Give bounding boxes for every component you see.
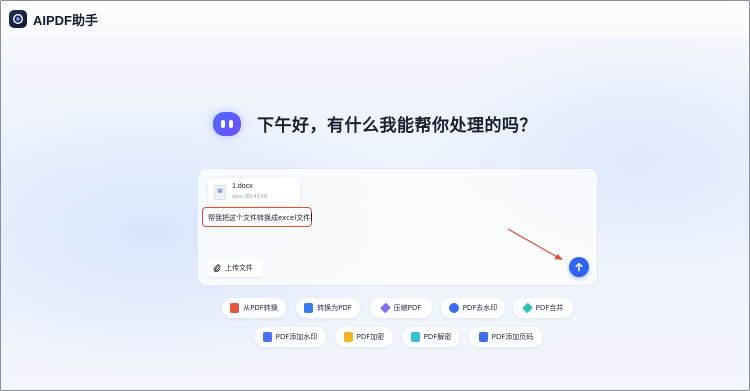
app-logo-icon [9,10,27,28]
assistant-avatar-icon [213,111,241,136]
tool-label: 从PDF转换 [243,304,278,312]
pdf-from-icon [230,303,240,313]
tool-label: PDF去水印 [462,304,498,312]
merge-icon [521,302,533,314]
compress-icon [379,302,391,314]
tool-pdf-to[interactable]: 转换为PDF [296,298,360,318]
word-file-icon: W [214,185,226,200]
annotation-arrow [507,228,563,260]
tool-add-watermark[interactable]: PDF添加水印 [254,327,326,347]
send-button[interactable] [569,257,589,277]
tool-label: PDF添加页码 [491,333,534,341]
top-bar: AIPDF助手 [1,1,749,37]
tool-label: 转换为PDF [317,304,352,312]
pdf-to-icon [304,303,314,313]
tool-label: PDF合并 [535,304,564,312]
tool-merge-pdf[interactable]: PDF合并 [513,298,573,318]
tool-label: PDF加密 [356,333,385,341]
greeting: 下午好，有什么我能帮你处理的吗？ [1,111,749,136]
text-caret [311,213,313,221]
add-watermark-icon [262,332,272,342]
tool-encrypt-pdf[interactable]: PDF加密 [335,327,393,347]
greeting-text: 下午好，有什么我能帮你处理的吗？ [257,116,537,136]
prompt-input[interactable]: 帮我把这个文件转换成excel文件 [202,207,313,227]
tool-compress-pdf[interactable]: 压缩PDF [370,298,432,318]
tool-remove-watermark[interactable]: PDF去水印 [441,298,505,318]
remove-watermark-icon [448,303,459,313]
arrow-up-icon [575,262,583,272]
tool-label: PDF添加水印 [275,333,318,341]
paperclip-icon [213,264,221,272]
file-meta: docx 283.43 KB [232,194,268,200]
decrypt-icon [410,332,420,342]
upload-file-label: 上传文件 [225,264,253,272]
encrypt-icon [343,332,353,342]
app-title: AIPDF助手 [33,12,99,28]
tool-label: 压缩PDF [393,304,422,312]
tool-label: PDF解密 [423,333,452,341]
prompt-text: 帮我把这个文件转换成excel文件 [208,213,313,222]
tool-decrypt-pdf[interactable]: PDF解密 [402,327,460,347]
tool-add-page-number[interactable]: PDF添加页码 [469,327,543,347]
app-window: AIPDF助手 下午好，有什么我能帮你处理的吗？ W 1.docx docx 2… [0,0,750,391]
attached-file[interactable]: W 1.docx docx 283.43 KB [208,178,300,206]
file-name: 1.docx [232,183,253,190]
page-number-icon [478,332,488,342]
tool-pdf-from[interactable]: 从PDF转换 [222,298,286,318]
upload-file-button[interactable]: 上传文件 [207,259,263,277]
